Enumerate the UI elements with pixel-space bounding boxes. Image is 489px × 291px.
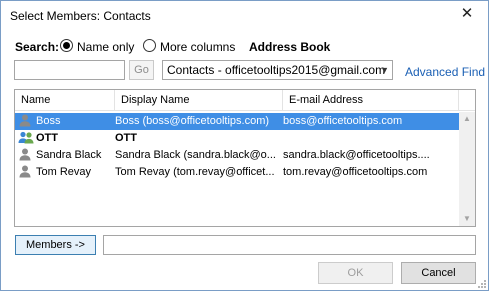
cancel-button[interactable]: Cancel [401,262,476,284]
row-name: Boss [36,115,61,127]
table-row[interactable]: OTT OTT [15,130,459,147]
go-button[interactable]: Go [129,60,154,80]
advanced-find-link[interactable]: Advanced Find [405,65,485,79]
table-row[interactable]: Boss Boss (boss@officetooltips.com) boss… [15,113,459,130]
address-book-dropdown[interactable]: Contacts - officetooltips2015@gmail.com … [162,60,393,80]
column-header-email[interactable]: E-mail Address [283,90,459,111]
scroll-down-icon[interactable]: ▼ [459,212,475,226]
row-name: OTT [36,132,58,144]
members-field[interactable] [103,235,476,255]
column-header-display-name[interactable]: Display Name [115,90,283,111]
row-display-name: OTT [115,132,137,144]
name-only-radio[interactable] [60,39,73,52]
row-email: sandra.black@officetooltips.... [283,149,430,161]
address-book-label: Address Book [249,40,331,54]
name-only-label[interactable]: Name only [77,40,134,54]
row-display-name: Tom Revay (tom.revay@officet... [115,166,275,178]
list-scrollbar[interactable]: ▲ ▼ [459,112,475,226]
column-header-name[interactable]: Name [15,90,115,111]
table-row[interactable]: Sandra Black Sandra Black (sandra.black@… [15,147,459,164]
window-title: Select Members: Contacts [10,9,151,23]
row-display-name: Sandra Black (sandra.black@o... [115,149,276,161]
contact-icon [18,113,34,130]
search-label: Search: [15,40,60,54]
row-email [283,130,459,147]
row-name: Tom Revay [36,166,92,178]
members-button[interactable]: Members -> [15,235,96,255]
list-header: Name Display Name E-mail Address [15,90,475,111]
search-input[interactable] [14,60,125,80]
row-display-name: Boss (boss@officetooltips.com) [115,115,270,127]
contacts-list[interactable]: Name Display Name E-mail Address Boss Bo… [14,89,476,227]
contact-icon [18,164,34,181]
chevron-down-icon: ▼ [380,65,389,75]
more-columns-radio[interactable] [143,39,156,52]
resize-grip-icon[interactable] [477,279,487,289]
row-email: boss@officetooltips.com [283,115,403,127]
contact-group-icon [18,130,34,147]
close-icon[interactable]: ✕ [458,5,476,23]
row-email: tom.revay@officetooltips.com [283,166,428,178]
contact-icon [18,147,34,164]
select-members-dialog: Select Members: Contacts ✕ Search: Name … [0,0,489,291]
row-name: Sandra Black [36,149,102,161]
scroll-up-icon[interactable]: ▲ [459,112,475,126]
table-row[interactable]: Tom Revay Tom Revay (tom.revay@officet..… [15,164,459,181]
title-bar: Select Members: Contacts ✕ [1,1,488,31]
ok-button[interactable]: OK [318,262,393,284]
more-columns-label[interactable]: More columns [160,40,235,54]
address-book-value: Contacts - officetooltips2015@gmail.com [167,63,386,77]
